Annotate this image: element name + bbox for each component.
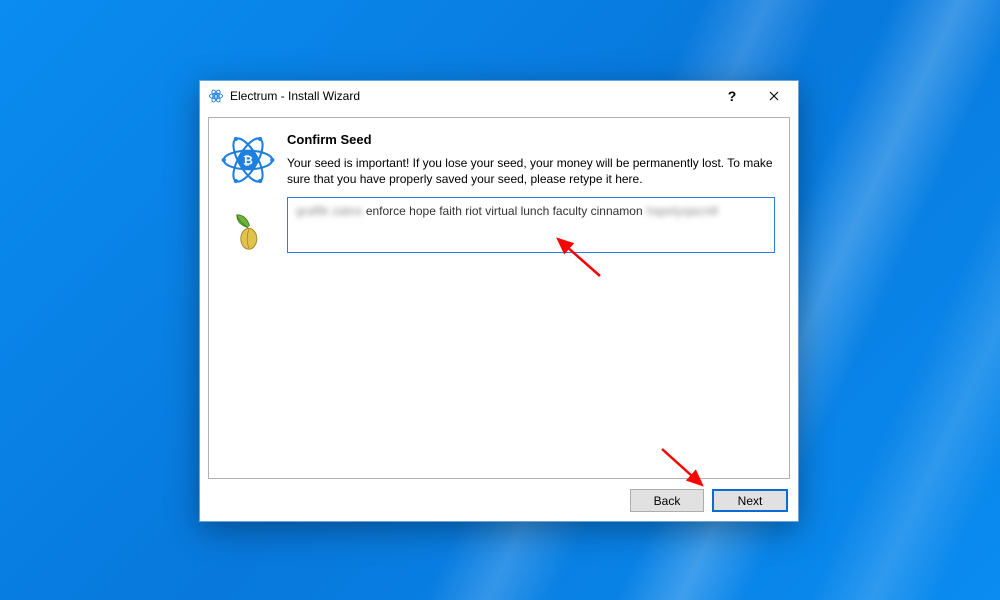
footer-buttons: Back Next: [630, 489, 788, 512]
electrum-logo-icon: ₿: [220, 132, 276, 188]
seed-visible-words: enforce hope faith riot virtual lunch fa…: [366, 204, 643, 218]
titlebar[interactable]: B Electrum - Install Wizard ?: [200, 81, 798, 111]
seed-redacted-left: graffik zabra: [296, 204, 362, 218]
next-button[interactable]: Next: [712, 489, 788, 512]
right-column: Confirm Seed Your seed is important! If …: [287, 118, 789, 478]
seed-input[interactable]: graffik zabra enforce hope faith riot vi…: [287, 197, 775, 253]
seed-redacted-right: hapelysjacnill: [647, 204, 718, 218]
content-panel: ₿: [208, 117, 790, 479]
close-button[interactable]: [751, 81, 796, 111]
install-wizard-window: B Electrum - Install Wizard ? ₿: [199, 80, 799, 522]
help-button[interactable]: ?: [713, 81, 751, 111]
svg-text:₿: ₿: [243, 154, 253, 168]
window-title: Electrum - Install Wizard: [230, 89, 360, 103]
page-heading: Confirm Seed: [287, 132, 775, 147]
left-column: ₿: [209, 118, 287, 478]
page-description: Your seed is important! If you lose your…: [287, 155, 775, 187]
seed-sprout-icon: [232, 210, 264, 250]
electrum-icon: B: [208, 88, 224, 104]
back-button[interactable]: Back: [630, 489, 704, 512]
